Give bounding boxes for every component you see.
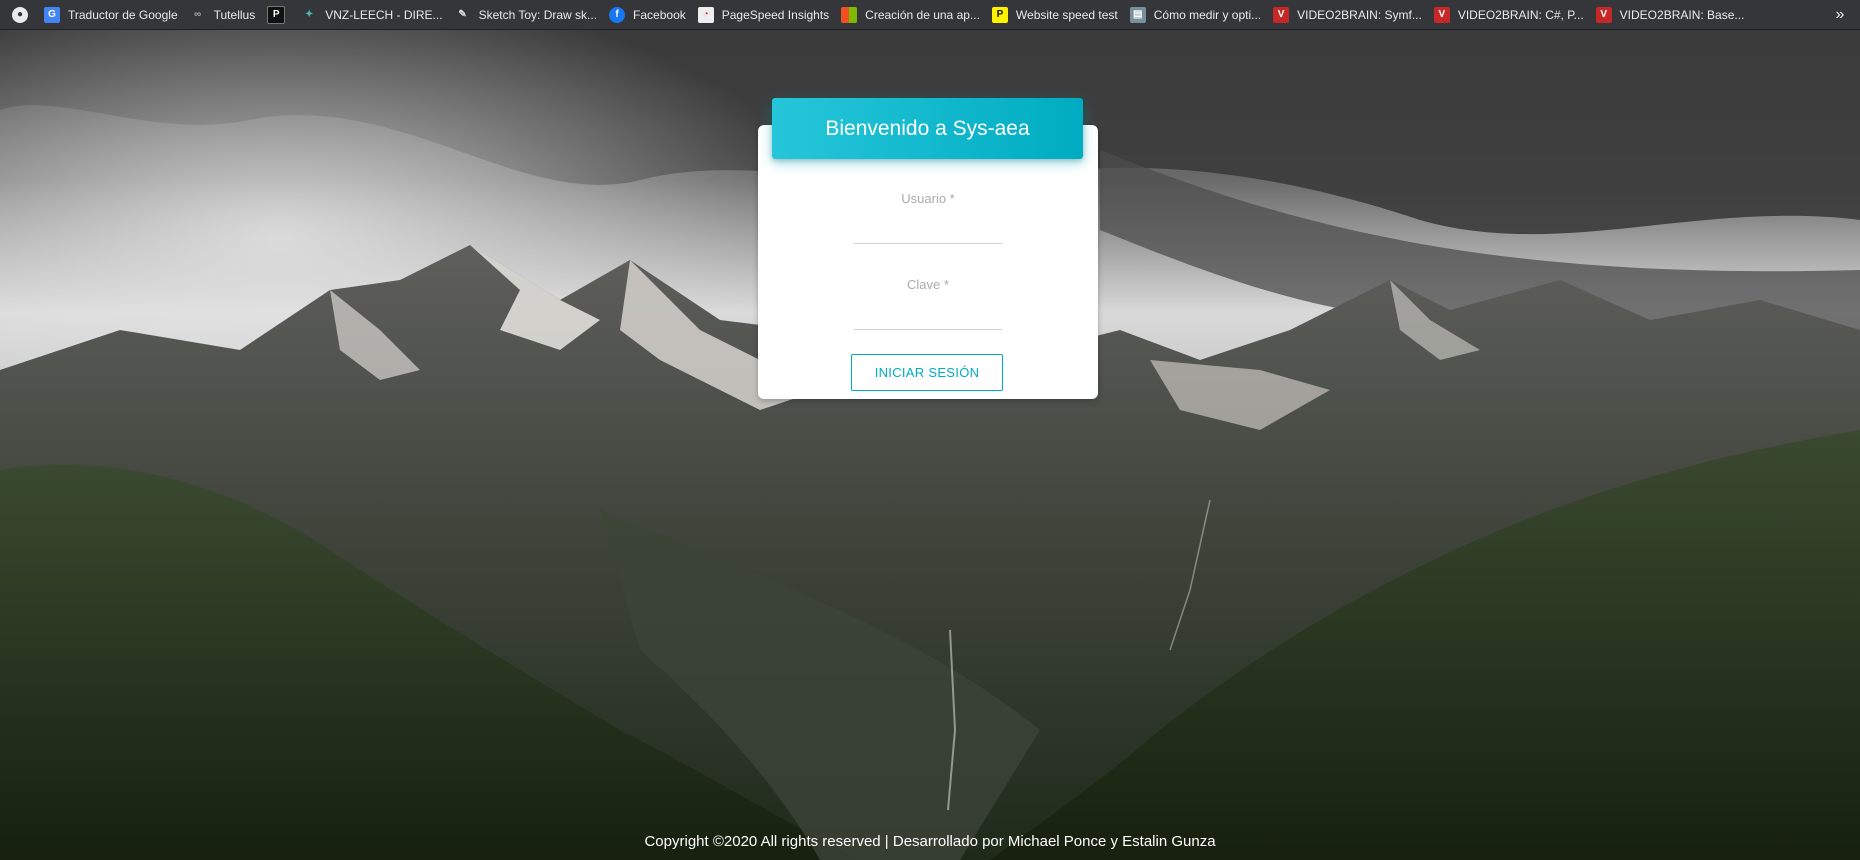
github-icon: ● bbox=[12, 6, 28, 23]
tutellus-icon: ∞ bbox=[194, 9, 202, 20]
footer-copyright: Copyright ©2020 All rights reserved | De… bbox=[644, 833, 1216, 850]
bookmark-label: Tutellus bbox=[213, 7, 256, 22]
password-input[interactable] bbox=[854, 306, 1002, 330]
bookmark-facebook[interactable]: f Facebook bbox=[605, 0, 694, 30]
username-label: Usuario * bbox=[901, 191, 955, 206]
google-translate-icon: G bbox=[44, 6, 60, 23]
bookmark-label: Creación de una ap... bbox=[865, 7, 980, 22]
bookmark-label: Facebook bbox=[633, 7, 686, 22]
pagespeed-icon: ◔ bbox=[697, 6, 714, 23]
login-button[interactable]: INICIAR SESIÓN bbox=[851, 354, 1003, 391]
article-icon: ▤ bbox=[1129, 6, 1146, 23]
login-card-header: Bienvenido a Sys-aea bbox=[772, 98, 1083, 159]
bookmark-label: Website speed test bbox=[1015, 7, 1118, 22]
bookmark-label: VNZ-LEECH - DIRE... bbox=[325, 7, 443, 22]
bookmark-p[interactable]: P bbox=[263, 0, 297, 30]
password-label: Clave * bbox=[907, 277, 949, 292]
bookmark-label: Traductor de Google bbox=[68, 7, 178, 22]
bookmark-microsoft[interactable]: Creación de una ap... bbox=[837, 0, 988, 30]
bookmark-traductor[interactable]: G Traductor de Google bbox=[40, 0, 186, 30]
bookmark-tutellus[interactable]: ∞ Tutellus bbox=[186, 0, 264, 30]
bookmark-label: PageSpeed Insights bbox=[721, 7, 830, 22]
bookmark-label: Cómo medir y opti... bbox=[1153, 7, 1262, 22]
bookmark-vnz[interactable]: ✦ VNZ-LEECH - DIRE... bbox=[297, 0, 450, 30]
username-input[interactable] bbox=[854, 220, 1002, 244]
bookmark-pagespeed[interactable]: ◔ PageSpeed Insights bbox=[694, 0, 837, 30]
video2brain-icon: V bbox=[1273, 6, 1290, 23]
bookmark-video2brain-base[interactable]: V VIDEO2BRAIN: Base... bbox=[1592, 0, 1753, 30]
bookmark-speedtest[interactable]: P Website speed test bbox=[988, 0, 1126, 30]
bookmark-video2brain-csharp[interactable]: V VIDEO2BRAIN: C#, P... bbox=[1430, 0, 1592, 30]
bookmark-sketch[interactable]: ✎ Sketch Toy: Draw sk... bbox=[451, 0, 605, 30]
video2brain-icon: V bbox=[1433, 6, 1450, 23]
video2brain-icon: V bbox=[1595, 6, 1612, 23]
pingdom-icon: P bbox=[991, 6, 1008, 23]
sketch-icon: ✎ bbox=[458, 9, 467, 20]
facebook-icon: f bbox=[609, 6, 626, 23]
bookmark-label: VIDEO2BRAIN: Base... bbox=[1619, 7, 1745, 22]
p-icon: P bbox=[267, 5, 286, 24]
bookmark-github[interactable]: ● bbox=[8, 0, 40, 30]
bookmark-video2brain-symf[interactable]: V VIDEO2BRAIN: Symf... bbox=[1269, 0, 1430, 30]
more-bookmarks-icon[interactable]: » bbox=[1830, 0, 1850, 30]
bookmark-medir[interactable]: ▤ Cómo medir y opti... bbox=[1126, 0, 1269, 30]
bookmarks-bar: ● G Traductor de Google ∞ Tutellus P ✦ V… bbox=[0, 0, 1860, 30]
vnz-icon: ✦ bbox=[305, 9, 314, 20]
bookmark-label: Sketch Toy: Draw sk... bbox=[478, 7, 598, 22]
bookmark-label: VIDEO2BRAIN: C#, P... bbox=[1457, 7, 1584, 22]
microsoft-icon bbox=[841, 6, 858, 23]
bookmark-label: VIDEO2BRAIN: Symf... bbox=[1297, 7, 1422, 22]
